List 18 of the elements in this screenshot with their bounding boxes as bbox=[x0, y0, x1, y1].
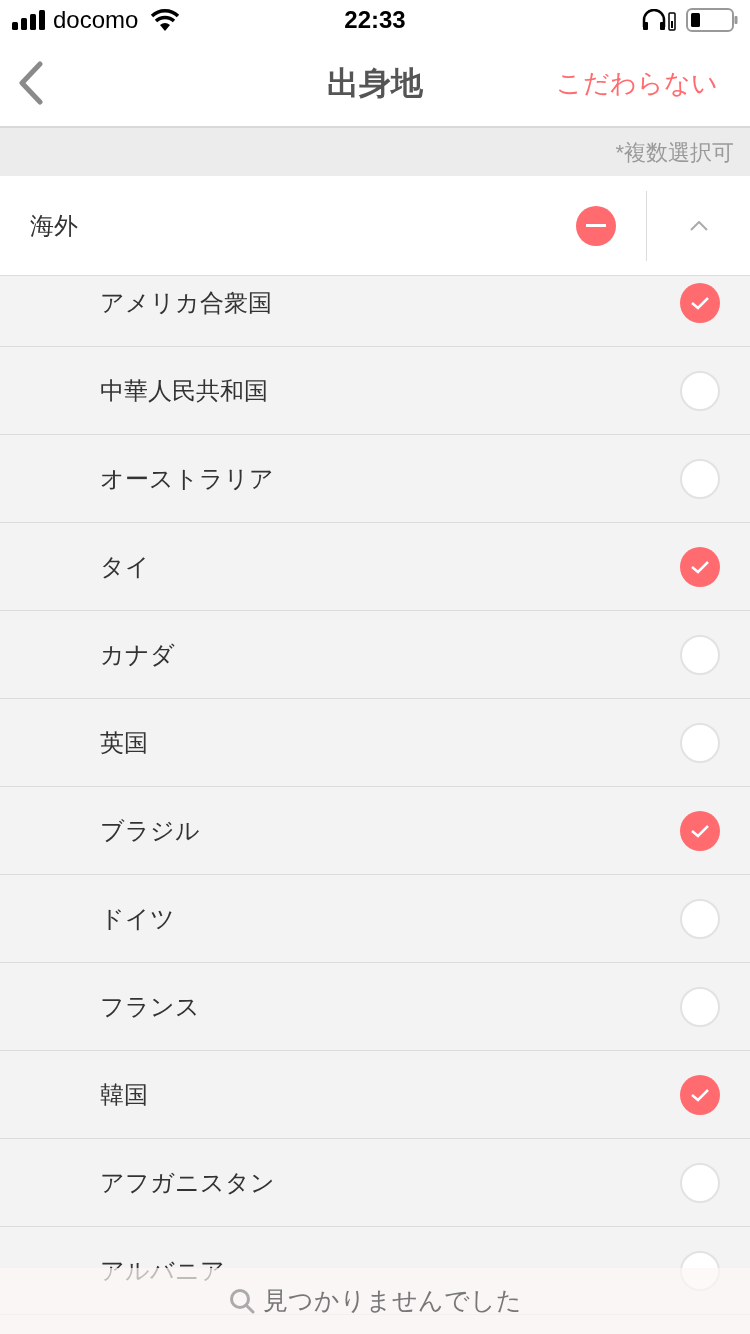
search-status-text: 見つかりませんでした bbox=[262, 1285, 522, 1317]
country-name: カナダ bbox=[100, 639, 175, 670]
country-name: ドイツ bbox=[100, 903, 175, 934]
country-name: 中華人民共和国 bbox=[100, 375, 268, 406]
page-title: 出身地 bbox=[327, 64, 423, 103]
country-name: 英国 bbox=[100, 727, 148, 758]
status-time: 22:33 bbox=[344, 5, 406, 35]
country-name: アメリカ合衆国 bbox=[100, 287, 272, 318]
country-name: アフガニスタン bbox=[100, 1167, 275, 1198]
section-label: 海外 bbox=[30, 210, 78, 241]
country-name: タイ bbox=[100, 551, 150, 582]
country-name: オーストラリア bbox=[100, 463, 274, 494]
country-name: 韓国 bbox=[100, 1079, 148, 1110]
country-name: フランス bbox=[100, 991, 200, 1022]
carrier-name: docomo bbox=[53, 5, 139, 35]
multiple-selection-note: *複数選択可 bbox=[615, 138, 734, 167]
country-name: アルバニア bbox=[100, 1255, 225, 1286]
country-name: ブラジル bbox=[100, 815, 200, 846]
